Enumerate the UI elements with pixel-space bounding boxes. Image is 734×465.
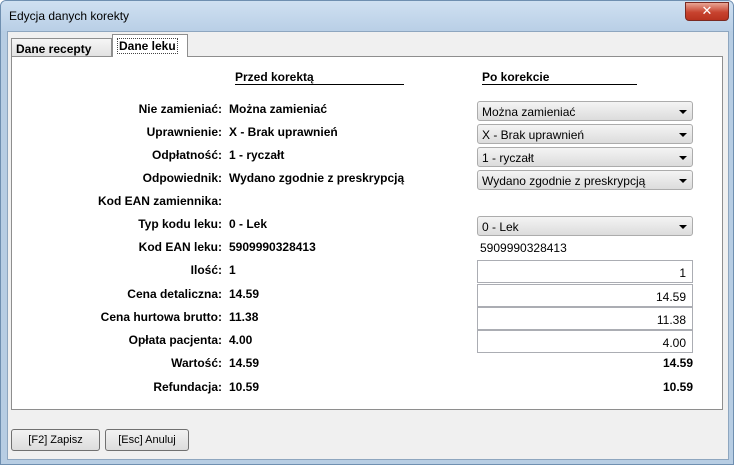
label-wartosc: Wartość:	[171, 356, 222, 370]
before-uprawnienie: X - Brak uprawnień	[229, 125, 338, 139]
chevron-down-icon	[679, 179, 687, 183]
label-uprawnienie: Uprawnienie:	[146, 125, 222, 139]
after-refundacja: 10.59	[662, 380, 693, 394]
uprawnienie-select[interactable]: X - Brak uprawnień	[477, 124, 693, 144]
select-value: 1 - ryczałt	[482, 151, 535, 165]
save-button[interactable]: [F2] Zapisz	[11, 429, 100, 451]
odpowiednik-select[interactable]: Wydano zgodnie z preskrypcją	[477, 170, 693, 190]
before-oplata-pacjenta: 4.00	[229, 333, 253, 347]
before-nie-zamieniac: Można zamieniać	[229, 102, 328, 116]
label-nie-zamieniac: Nie zamieniać:	[138, 102, 222, 116]
oplata-pacjenta-input[interactable]: 4.00	[477, 330, 693, 353]
label-cena-detaliczna: Cena detaliczna:	[127, 287, 222, 301]
label-kod-ean-leku: Kod EAN leku:	[138, 240, 222, 254]
before-wartosc: 14.59	[229, 356, 260, 370]
chevron-down-icon	[679, 156, 687, 160]
tab-label: Dane recepty	[16, 42, 92, 56]
before-odpowiednik: Wydano zgodnie z preskrypcją	[229, 171, 405, 185]
after-wartosc: 14.59	[662, 356, 693, 370]
kod-ean-leku-field[interactable]: 5909990328413	[480, 241, 567, 255]
before-cena-hurtowa: 11.38	[229, 310, 259, 324]
header-before-text: Przed korektą	[235, 70, 314, 84]
cancel-button[interactable]: [Esc] Anuluj	[105, 429, 189, 451]
close-button[interactable]: ✕	[685, 2, 729, 21]
ilosc-input[interactable]: 1	[477, 260, 693, 283]
client-area: Dane recepty Dane leku Przed korektą Po …	[7, 31, 729, 460]
tab-dane-leku[interactable]: Dane leku	[112, 34, 188, 57]
close-icon[interactable]: ✕	[702, 4, 713, 19]
label-kod-ean-zamiennika: Kod EAN zamiennika:	[97, 194, 222, 208]
header-after: Po korekcie	[482, 70, 637, 85]
select-value: 0 - Lek	[482, 220, 519, 234]
tab-label: Dane leku	[117, 38, 178, 54]
label-oplata-pacjenta: Opłata pacjenta:	[128, 333, 222, 347]
select-value: Można zamieniać	[482, 105, 576, 119]
tab-dane-recepty[interactable]: Dane recepty	[11, 38, 112, 56]
chevron-down-icon	[679, 133, 687, 137]
chevron-down-icon	[679, 110, 687, 114]
header-after-text: Po korekcie	[482, 70, 550, 84]
label-ilosc: Ilość:	[190, 263, 222, 277]
select-value: Wydano zgodnie z preskrypcją	[482, 174, 646, 188]
odplatnosc-select[interactable]: 1 - ryczałt	[477, 147, 693, 167]
cena-hurtowa-input[interactable]: 11.38	[477, 307, 693, 330]
label-cena-hurtowa: Cena hurtowa brutto:	[100, 310, 222, 324]
before-ilosc: 1	[229, 263, 236, 277]
select-value: X - Brak uprawnień	[482, 128, 585, 142]
label-typ-kodu-leku: Typ kodu leku:	[138, 217, 222, 231]
title-bar[interactable]: Edycja danych korekty ✕	[1, 1, 733, 31]
before-typ-kodu-leku: 0 - Lek	[229, 217, 268, 231]
label-odpowiednik: Odpowiednik:	[142, 171, 222, 185]
label-odplatnosc: Odpłatność:	[151, 148, 222, 162]
before-cena-detaliczna: 14.59	[229, 287, 260, 301]
before-odplatnosc: 1 - ryczałt	[229, 148, 285, 162]
nie-zamieniac-select[interactable]: Można zamieniać	[477, 101, 693, 121]
dialog-window: Edycja danych korekty ✕ Dane recepty Dan…	[0, 0, 734, 465]
before-refundacja: 10.59	[229, 380, 260, 394]
cena-detaliczna-input[interactable]: 14.59	[477, 284, 693, 307]
header-before: Przed korektą	[235, 70, 404, 85]
window-title: Edycja danych korekty	[9, 9, 130, 23]
chevron-down-icon	[679, 225, 687, 229]
tab-panel: Przed korektą Po korekcie Nie zamieniać:…	[11, 56, 723, 410]
before-kod-ean-leku: 5909990328413	[229, 240, 316, 254]
label-refundacja: Refundacja:	[153, 380, 222, 394]
typ-kodu-leku-select[interactable]: 0 - Lek	[477, 216, 693, 236]
